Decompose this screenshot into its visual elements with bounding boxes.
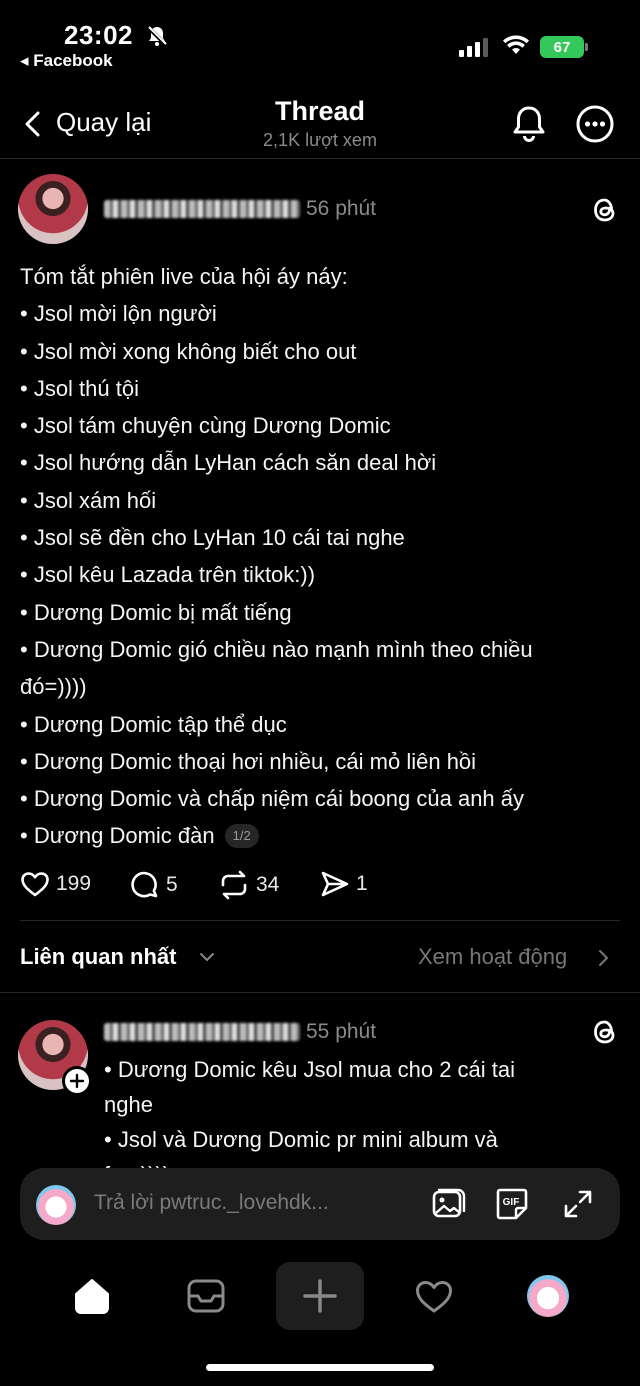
plus-icon[interactable]: [302, 1278, 338, 1314]
comment-icon: [130, 870, 160, 900]
svg-text:GIF: GIF: [503, 1197, 520, 1208]
reply-line: nghe: [104, 1092, 153, 1117]
sort-divider: [0, 992, 640, 993]
follow-plus-icon[interactable]: [62, 1066, 92, 1096]
post-line: • Dương Domic đàn 1/2: [20, 817, 620, 854]
post-line: • Jsol thú tội: [20, 375, 139, 401]
gif-icon[interactable]: GIF: [494, 1186, 530, 1222]
signal-icon: [459, 37, 489, 57]
reply-time: 55 phút: [306, 1020, 377, 1043]
post-line: Tóm tắt phiên live của hội áy náy:: [20, 264, 348, 289]
reply-input[interactable]: Trả lời pwtruc._lovehdk...: [94, 1191, 329, 1215]
share-count: 1: [356, 872, 368, 895]
reply-line: • Jsol và Dương Domic pr mini album và: [104, 1127, 498, 1152]
repost-button[interactable]: 34: [218, 870, 279, 900]
post-line: • Dương Domic gió chiều nào mạnh mình th…: [20, 636, 533, 662]
repost-count: 34: [256, 873, 280, 896]
profile-avatar[interactable]: [527, 1275, 569, 1317]
like-button[interactable]: 199: [20, 870, 91, 898]
comment-count: 5: [166, 873, 178, 896]
home-indicator: [206, 1364, 434, 1371]
user-avatar: [36, 1185, 76, 1225]
threads-logo-icon[interactable]: [592, 1018, 618, 1046]
gallery-icon[interactable]: [430, 1186, 466, 1222]
post-line: • Dương Domic bị mất tiếng: [20, 599, 292, 625]
post-body: Tóm tắt phiên live của hội áy náy: • Jso…: [20, 258, 620, 855]
expand-icon[interactable]: [562, 1188, 594, 1220]
reply-line: fan:)))): [104, 1157, 604, 1168]
status-time: 23:02: [64, 20, 133, 50]
inbox-icon[interactable]: [186, 1277, 226, 1315]
post-time: 56 phút: [306, 197, 377, 220]
author-avatar[interactable]: [18, 174, 88, 244]
post-line: • Dương Domic tập thể dục: [20, 711, 287, 737]
reply-line: • Dương Domic kêu Jsol mua cho 2 cái tai: [104, 1057, 516, 1082]
page-indicator-badge[interactable]: 1/2: [224, 824, 259, 849]
chevron-down-icon[interactable]: [198, 950, 216, 964]
more-options-icon[interactable]: [575, 104, 615, 144]
wifi-icon: [502, 34, 530, 56]
post-line: • Jsol sẽ đền cho LyHan 10 cái tai nghe: [20, 525, 405, 551]
share-button[interactable]: 1: [320, 870, 368, 898]
notification-bell-icon[interactable]: [510, 104, 548, 144]
post-line: • Jsol kêu Lazada trên tiktok:)): [20, 562, 316, 588]
threads-logo-icon[interactable]: [592, 196, 618, 224]
reply-username-blurred[interactable]: [104, 1023, 300, 1041]
repost-icon: [218, 870, 250, 900]
post-divider: [20, 920, 620, 921]
activity-heart-icon[interactable]: [414, 1279, 454, 1315]
battery-indicator: 67: [540, 36, 588, 58]
home-icon[interactable]: [72, 1276, 112, 1316]
reply-body: • Dương Domic kêu Jsol mua cho 2 cái tai…: [104, 1052, 604, 1168]
post-line: đó=)))): [20, 674, 87, 700]
mute-bell-icon: [146, 25, 168, 47]
post-line: • Jsol xám hối: [20, 487, 157, 513]
post-line: • Jsol hướng dẫn LyHan cách săn deal hời: [20, 450, 437, 476]
post-line: • Jsol tám chuyện cùng Dương Domic: [20, 413, 391, 439]
header-divider: [0, 158, 640, 159]
like-count: 199: [56, 872, 92, 895]
view-activity-link[interactable]: Xem hoạt động: [418, 944, 567, 970]
heart-icon: [20, 870, 50, 898]
post-last-line-text: • Dương Domic đàn: [20, 823, 215, 849]
comment-button[interactable]: 5: [130, 870, 178, 900]
chevron-right-icon[interactable]: [596, 948, 610, 968]
post-line: • Dương Domic thoại hơi nhiều, cái mỏ li…: [20, 748, 477, 774]
post-line: • Jsol mời xong không biết cho out: [20, 338, 357, 364]
sort-dropdown[interactable]: Liên quan nhất: [20, 944, 176, 970]
post-line: • Dương Domic và chấp niệm cái boong của…: [20, 786, 525, 812]
author-username-blurred[interactable]: [104, 200, 300, 218]
post-line: • Jsol mời lộn người: [20, 301, 217, 327]
send-icon: [320, 870, 350, 898]
back-to-facebook-link[interactable]: ◂ Facebook: [20, 51, 113, 71]
